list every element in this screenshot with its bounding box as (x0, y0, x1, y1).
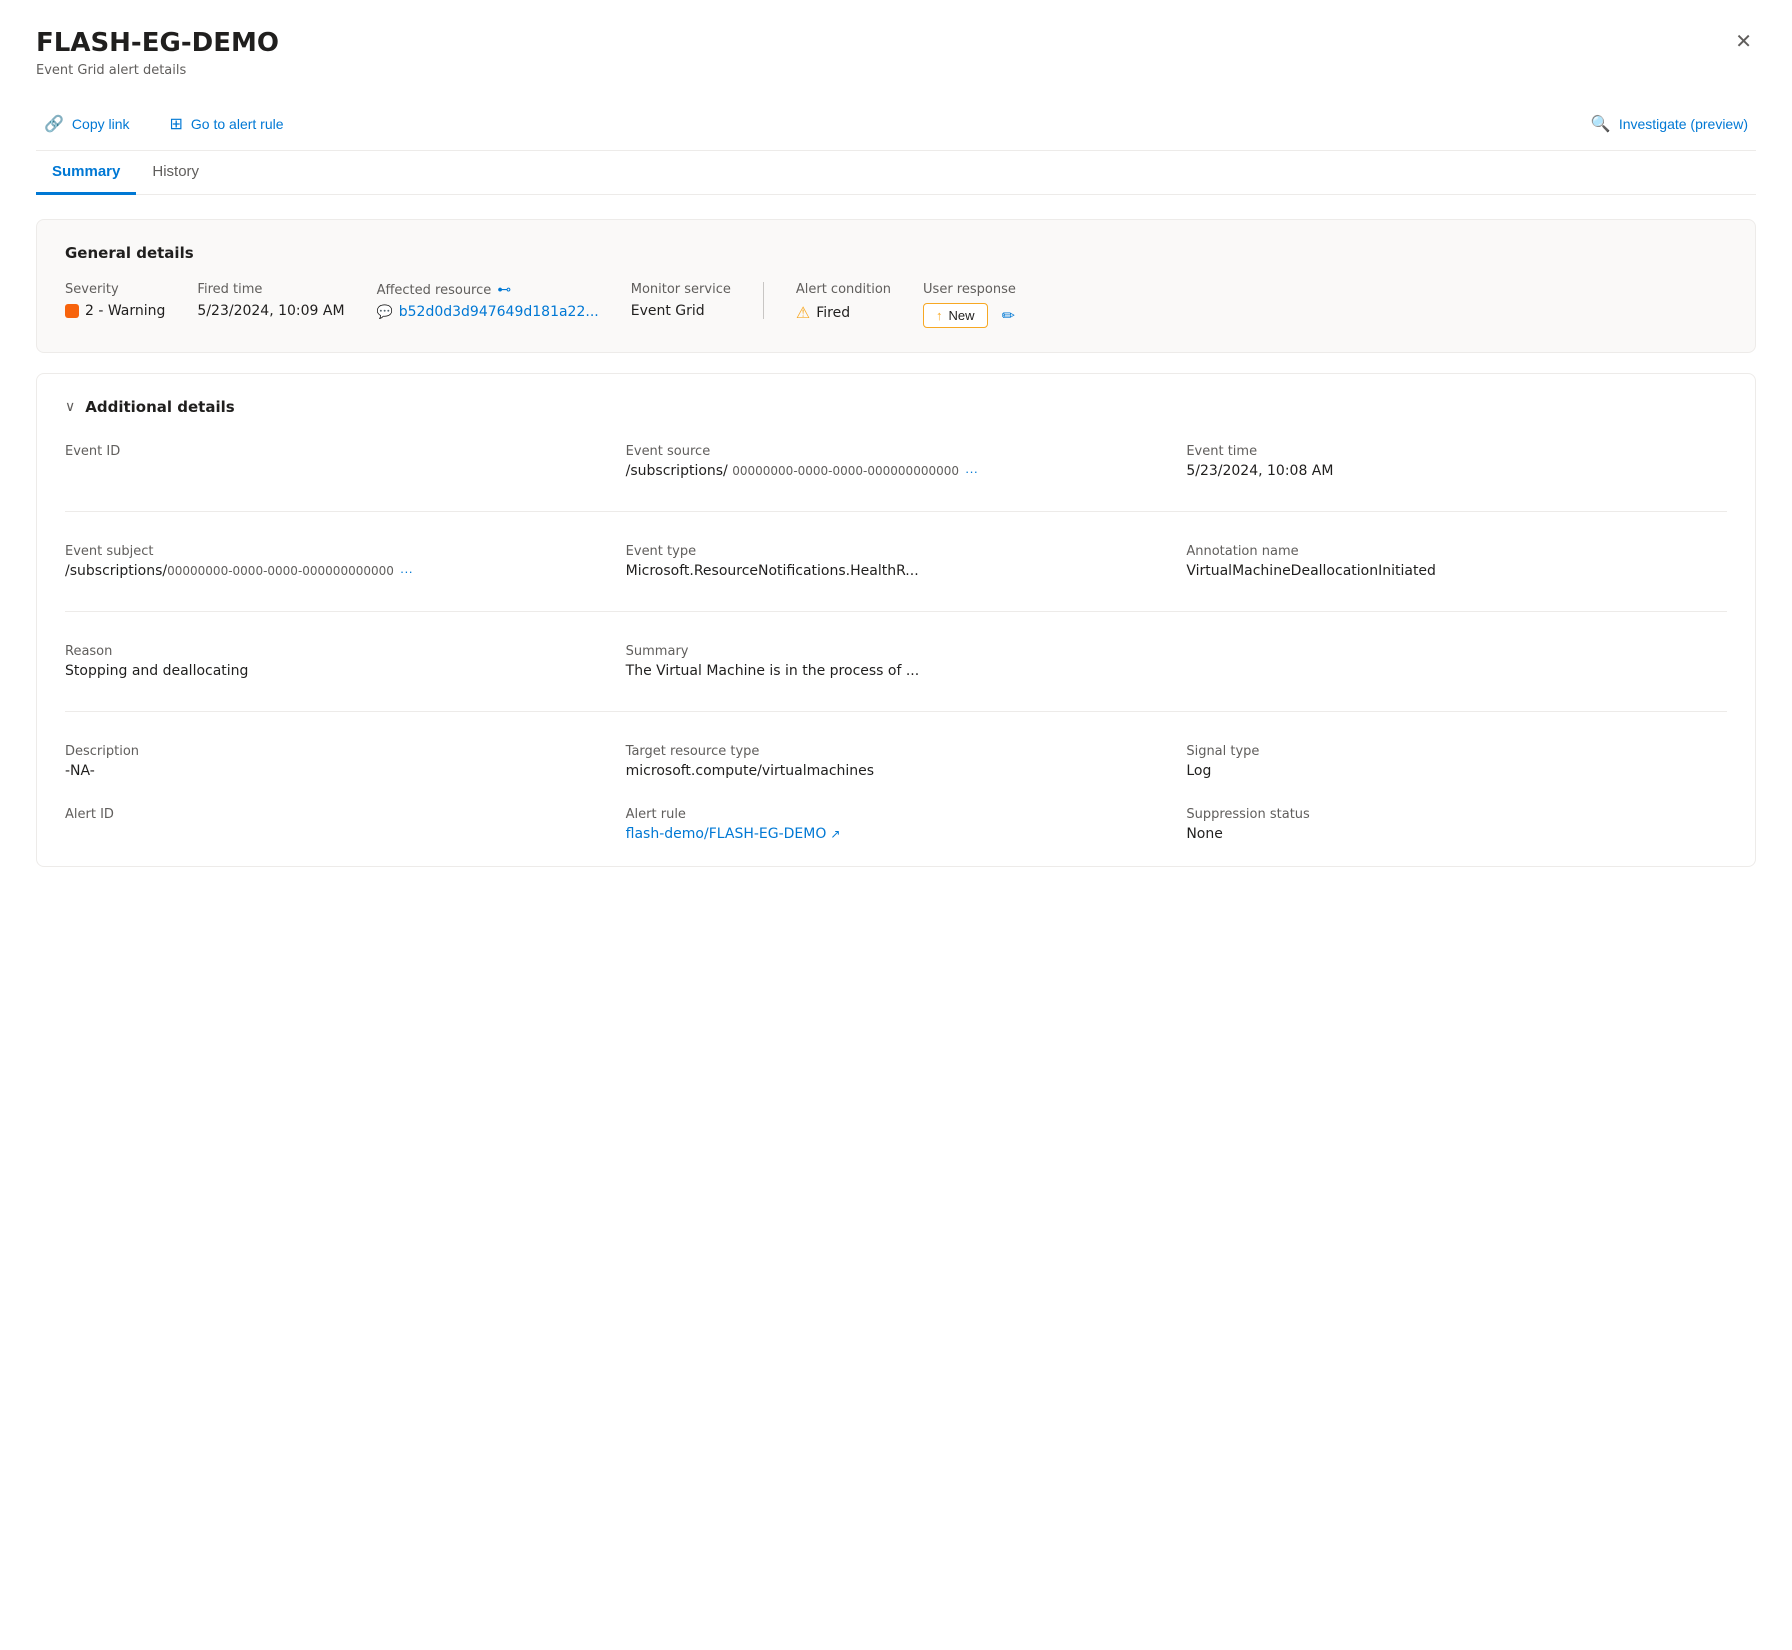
detail-annotation-name: Annotation name VirtualMachineDeallocati… (1186, 544, 1727, 579)
toolbar-right: 🔍 Investigate (preview) (1583, 110, 1756, 138)
monitor-service-col: Monitor service Event Grid (631, 282, 764, 319)
event-subject-ellipsis[interactable]: ··· (398, 564, 415, 579)
additional-details-header[interactable]: ∨ Additional details (65, 398, 1727, 416)
detail-alert-id: Alert ID (65, 807, 606, 842)
detail-summary: Summary The Virtual Machine is in the pr… (626, 644, 1167, 679)
detail-empty-row3 (1186, 644, 1727, 679)
detail-event-type: Event type Microsoft.ResourceNotificatio… (626, 544, 1167, 579)
severity-col: Severity 2 - Warning (65, 282, 197, 319)
detail-description: Description -NA- (65, 744, 606, 779)
row-divider-2 (65, 611, 1727, 612)
panel-title: FLASH-EG-DEMO (36, 28, 279, 59)
panel-title-group: FLASH-EG-DEMO Event Grid alert details (36, 28, 279, 78)
detail-event-source: Event source /subscriptions/ 00000000-00… (626, 444, 1167, 479)
alert-rule-icon: ⊞ (170, 114, 183, 134)
external-link-icon: ↗ (830, 827, 840, 841)
affected-resource-value: 💬 b52d0d3d947649d181a22... (377, 304, 599, 320)
copy-link-button[interactable]: 🔗 Copy link (36, 110, 138, 138)
fired-time-label: Fired time (197, 282, 344, 297)
detail-event-id: Event ID (65, 444, 606, 479)
monitor-service-label: Monitor service (631, 282, 731, 297)
user-response-label: User response (923, 282, 1021, 297)
copy-link-label: Copy link (72, 116, 130, 132)
fired-time-col: Fired time 5/23/2024, 10:09 AM (197, 282, 376, 319)
general-details-title: General details (65, 244, 1727, 262)
details-grid: Event ID Event source /subscriptions/ 00… (65, 444, 1727, 842)
affected-resource-col: Affected resource ⊷ 💬 b52d0d3d947649d181… (377, 282, 631, 320)
tab-history[interactable]: History (136, 151, 215, 195)
row-divider-3 (65, 711, 1727, 712)
tab-summary[interactable]: Summary (36, 151, 136, 195)
monitor-service-value: Event Grid (631, 303, 731, 319)
user-response-value: ↑ New ✏ (923, 303, 1021, 328)
additional-details-card: ∨ Additional details Event ID Event sour… (36, 373, 1756, 867)
go-to-alert-rule-label: Go to alert rule (191, 116, 284, 132)
severity-text: 2 - Warning (85, 303, 165, 319)
edit-icon: ✏ (1002, 308, 1015, 325)
severity-value: 2 - Warning (65, 303, 165, 319)
alert-rule-link[interactable]: flash-demo/FLASH-EG-DEMO ↗ (626, 826, 1167, 842)
tabs: Summary History (36, 151, 1756, 195)
alert-condition-col: Alert condition ⚠ Fired (796, 282, 923, 322)
detail-event-subject: Event subject /subscriptions/00000000-00… (65, 544, 606, 579)
detail-reason: Reason Stopping and deallocating (65, 644, 606, 679)
fired-time-value: 5/23/2024, 10:09 AM (197, 303, 344, 319)
network-share-icon: ⊷ (497, 282, 511, 298)
alert-condition-value: ⚠ Fired (796, 303, 891, 322)
go-to-alert-rule-button[interactable]: ⊞ Go to alert rule (162, 110, 292, 138)
affected-resource-icon: 💬 (377, 305, 393, 320)
affected-resource-label: Affected resource ⊷ (377, 282, 599, 298)
search-icon: 🔍 (1591, 114, 1611, 134)
affected-resource-link[interactable]: b52d0d3d947649d181a22... (399, 304, 599, 320)
investigate-button[interactable]: 🔍 Investigate (preview) (1583, 110, 1756, 138)
close-button[interactable]: ✕ (1731, 28, 1756, 56)
event-source-ellipsis[interactable]: ··· (963, 464, 980, 479)
link-icon: 🔗 (44, 114, 64, 134)
panel-subtitle: Event Grid alert details (36, 63, 279, 78)
detail-alert-rule: Alert rule flash-demo/FLASH-EG-DEMO ↗ (626, 807, 1167, 842)
alert-condition-label: Alert condition (796, 282, 891, 297)
detail-signal-type: Signal type Log (1186, 744, 1727, 779)
detail-suppression-status: Suppression status None (1186, 807, 1727, 842)
toolbar: 🔗 Copy link ⊞ Go to alert rule 🔍 Investi… (36, 98, 1756, 151)
investigate-label: Investigate (preview) (1619, 116, 1748, 132)
new-status-button[interactable]: ↑ New (923, 303, 988, 328)
user-response-col: User response ↑ New ✏ (923, 282, 1053, 328)
detail-event-time: Event time 5/23/2024, 10:08 AM (1186, 444, 1727, 479)
warning-icon: ⚠ (796, 303, 810, 322)
additional-details-title: Additional details (85, 398, 234, 416)
row-divider-1 (65, 511, 1727, 512)
chevron-down-icon: ∨ (65, 399, 75, 415)
severity-dot (65, 304, 79, 318)
panel-header: FLASH-EG-DEMO Event Grid alert details ✕ (36, 28, 1756, 78)
edit-user-response-button[interactable]: ✏ (996, 304, 1021, 328)
close-icon: ✕ (1735, 31, 1752, 53)
general-details-grid: Severity 2 - Warning Fired time 5/23/202… (65, 282, 1727, 328)
new-flag-icon: ↑ (936, 308, 943, 323)
severity-label: Severity (65, 282, 165, 297)
detail-target-resource-type: Target resource type microsoft.compute/v… (626, 744, 1167, 779)
alert-detail-panel: FLASH-EG-DEMO Event Grid alert details ✕… (0, 0, 1792, 903)
general-details-card: General details Severity 2 - Warning Fir… (36, 219, 1756, 353)
